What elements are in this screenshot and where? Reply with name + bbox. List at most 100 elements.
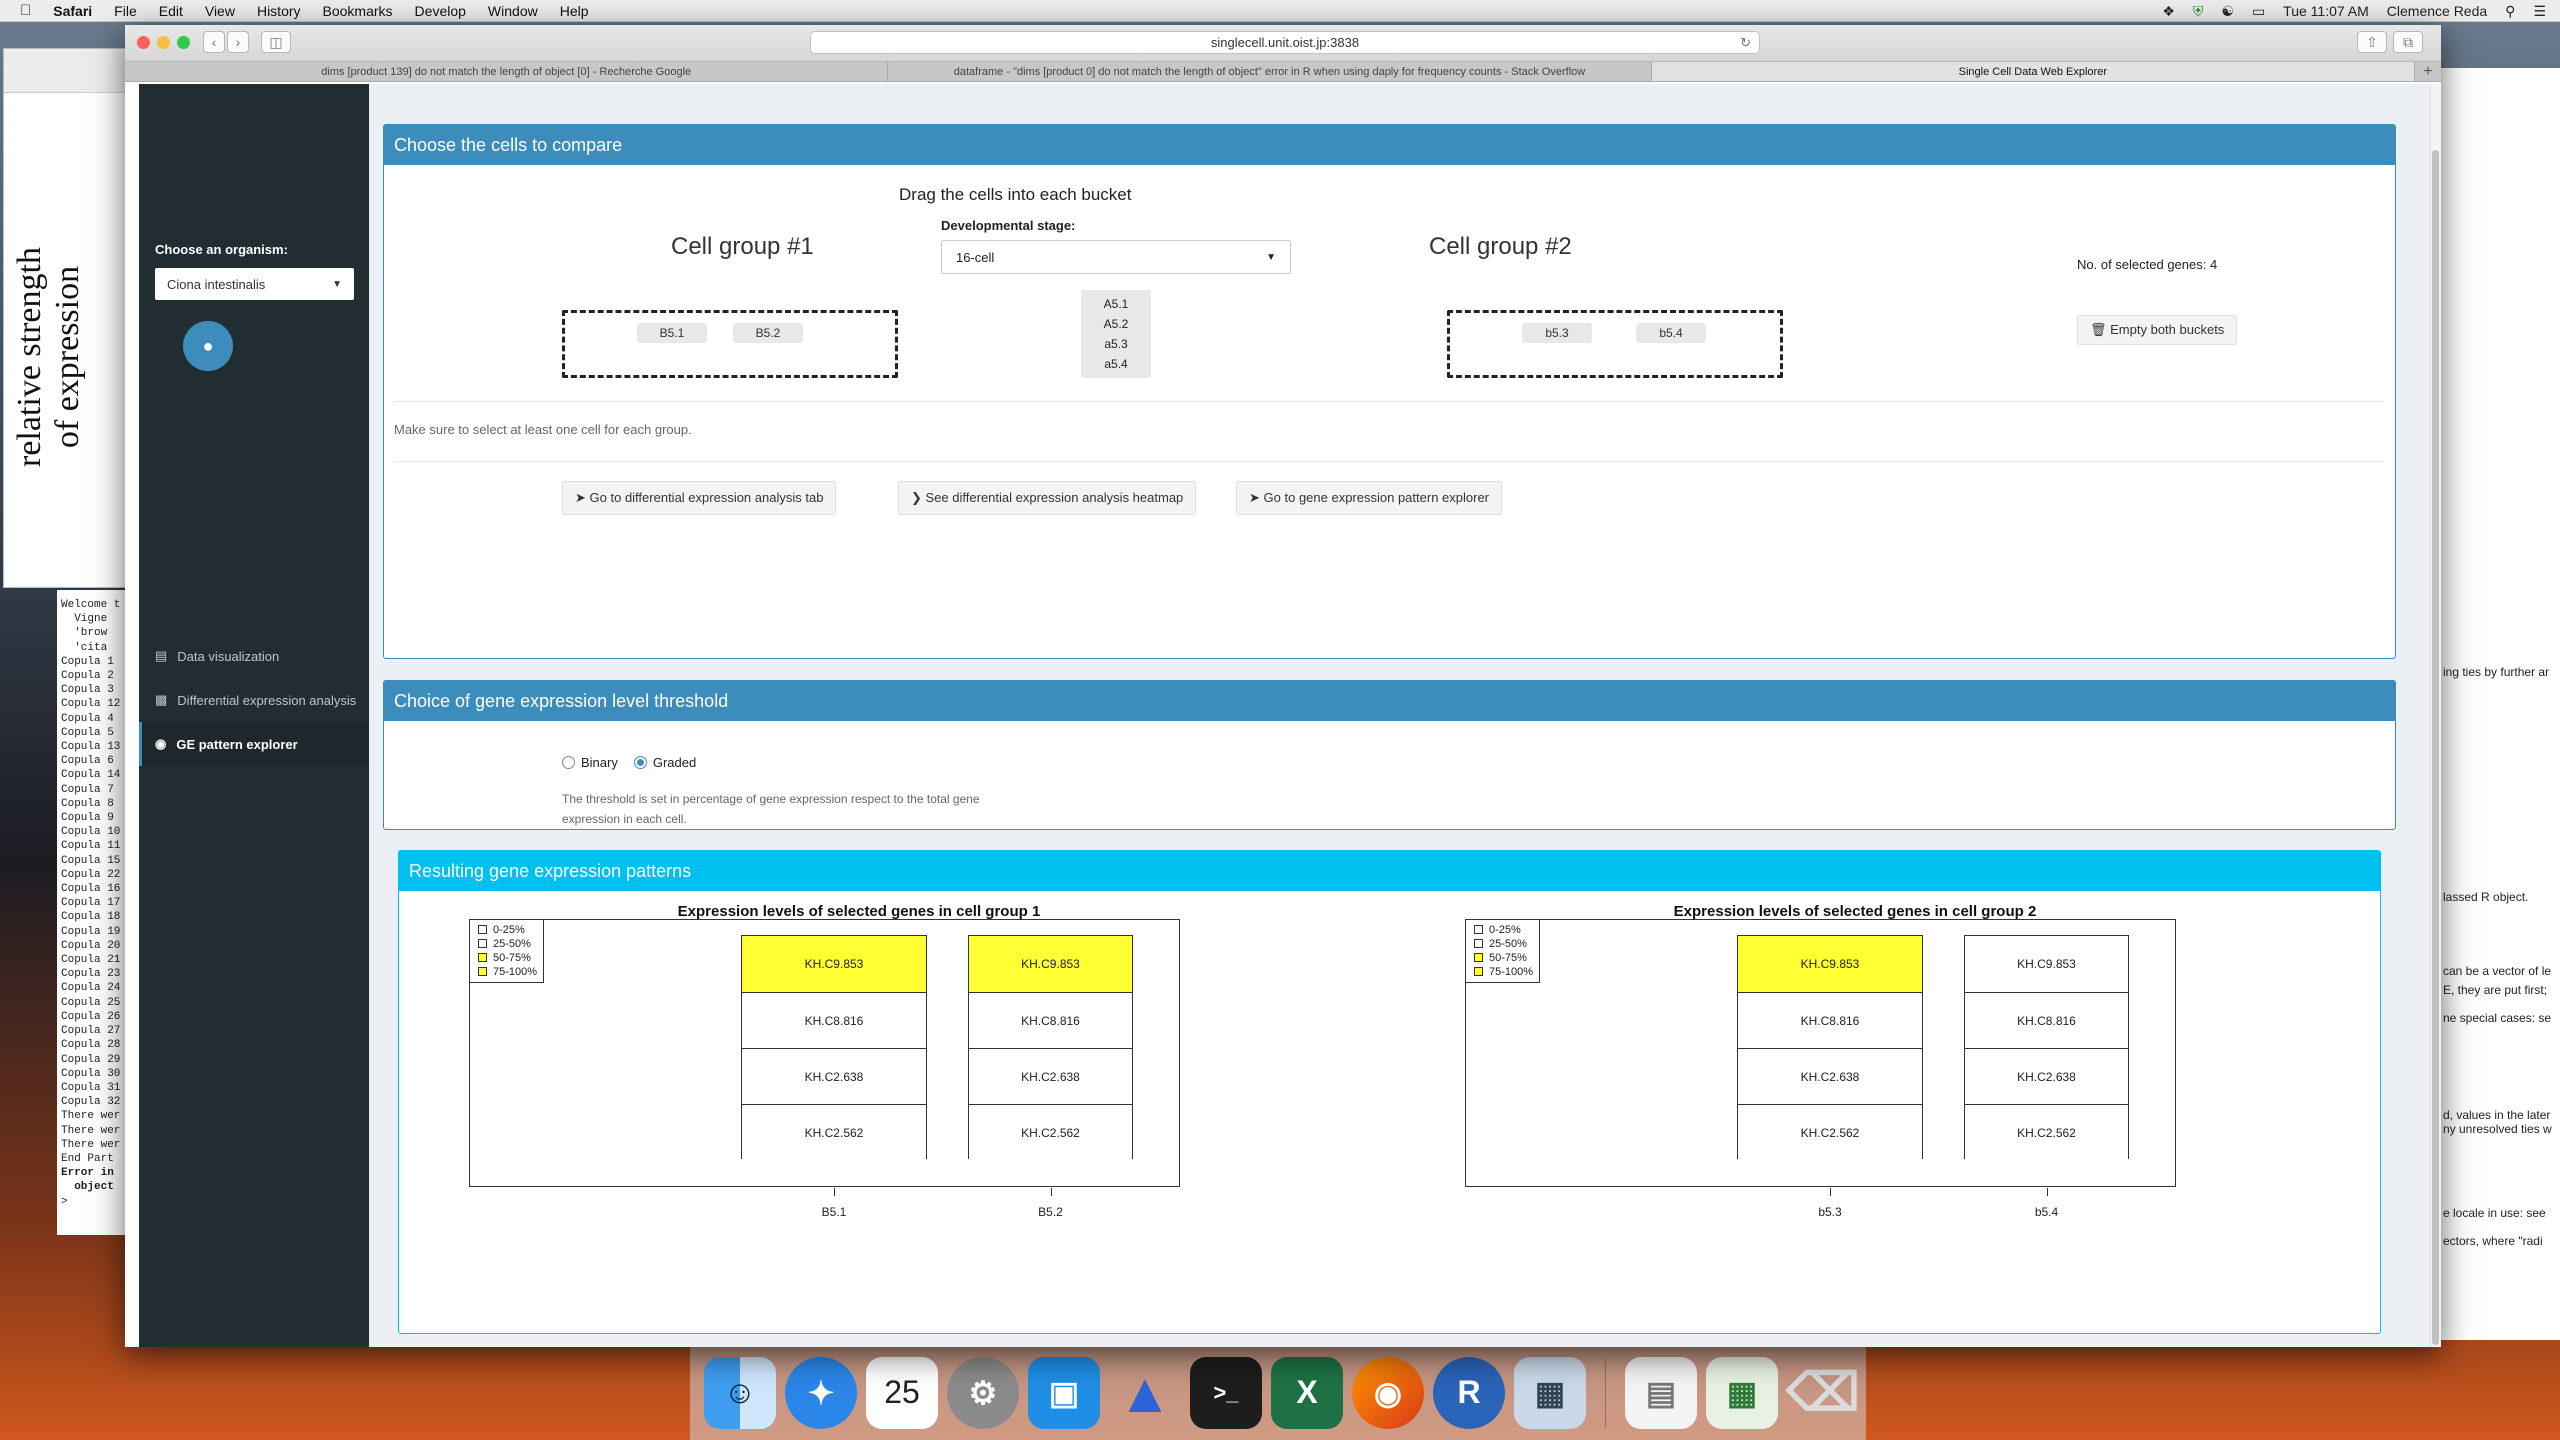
shield-icon[interactable]: ⛨ bbox=[2193, 3, 2204, 20]
help-text-line: E, they are put first; bbox=[2443, 983, 2548, 997]
firefox-icon[interactable]: ◉ bbox=[1352, 1356, 1424, 1429]
wifi-icon[interactable]: ☯ bbox=[2221, 3, 2234, 20]
legend-label: 0-25% bbox=[1489, 924, 1521, 936]
nav-ge-pattern-explorer[interactable]: ◉ GE pattern explorer bbox=[139, 722, 369, 766]
menu-develop[interactable]: Develop bbox=[415, 3, 466, 19]
finder-icon[interactable]: ☺ bbox=[704, 1356, 776, 1429]
legend-item: 25-50% bbox=[478, 937, 537, 951]
menu-view[interactable]: View bbox=[205, 3, 235, 19]
terminal-line: Copula 17 bbox=[61, 897, 121, 910]
menu-bar:  Safari File Edit View History Bookmark… bbox=[0, 0, 2560, 22]
dropbox-icon[interactable]: ❖ bbox=[2162, 3, 2175, 20]
gene-cell: KH.C2.638 bbox=[1738, 1048, 1922, 1104]
ylabel-line-2: of expression bbox=[49, 265, 86, 449]
cell-chip[interactable]: A5.2 bbox=[1081, 314, 1151, 334]
legend-label: 0-25% bbox=[493, 924, 525, 936]
gene-cell: KH.C9.853 bbox=[1738, 936, 1922, 992]
address-bar[interactable]: singlecell.unit.oist.jp:3838 ↻ bbox=[810, 31, 1760, 54]
stage-select[interactable]: 16-cell ▼ bbox=[941, 240, 1291, 274]
terminal-line: Copula 28 bbox=[61, 1039, 121, 1052]
new-tab-icon[interactable]: + bbox=[2415, 62, 2441, 81]
terminal-line: Copula 10 bbox=[61, 826, 121, 839]
see-heatmap-button[interactable]: ❯ See differential expression analysis h… bbox=[898, 481, 1197, 515]
graded-radio[interactable] bbox=[633, 756, 647, 769]
minimize-window-icon[interactable] bbox=[157, 36, 170, 49]
gene-cell: KH.C9.853 bbox=[969, 936, 1132, 992]
user-name[interactable]: Clemence Reda bbox=[2387, 3, 2487, 19]
nav-differential-expression[interactable]: ▩ Differential expression analysis bbox=[139, 678, 369, 722]
organism-select[interactable]: Ciona intestinalis ▼ bbox=[155, 268, 354, 300]
menu-history[interactable]: History bbox=[257, 3, 301, 19]
terminal-line: Copula 18 bbox=[61, 911, 121, 924]
empty-buckets-label: Empty both buckets bbox=[2110, 322, 2225, 337]
scrollbar-thumb[interactable] bbox=[2432, 150, 2439, 1345]
spreadsheet-icon[interactable]: ▦ bbox=[1706, 1356, 1778, 1429]
cell-chip[interactable]: b5.4 bbox=[1636, 323, 1706, 343]
plot-legend: 0-25% 25-50% 50-75% 75-100% bbox=[1465, 919, 1541, 983]
terminal-line: Copula 24 bbox=[61, 982, 121, 995]
menu-edit[interactable]: Edit bbox=[159, 3, 183, 19]
clock[interactable]: Tue 11:07 AM bbox=[2283, 3, 2369, 19]
caret-down-icon: ▼ bbox=[332, 278, 342, 290]
notification-center-icon[interactable]: ☰ bbox=[2533, 3, 2546, 20]
spotlight-icon[interactable]: ⚲ bbox=[2505, 3, 2515, 20]
document-icon[interactable]: ▤ bbox=[1625, 1356, 1697, 1429]
menu-window[interactable]: Window bbox=[488, 3, 538, 19]
calendar-icon[interactable]: 25 bbox=[866, 1356, 938, 1429]
group2-bucket[interactable]: b5.3 b5.4 bbox=[1447, 310, 1783, 378]
cell-chip[interactable]: B5.2 bbox=[733, 323, 803, 343]
zoom-window-icon[interactable] bbox=[177, 36, 190, 49]
nav-data-visualization[interactable]: ▤ Data visualization bbox=[139, 634, 369, 678]
empty-buckets-button[interactable]: 🗑 Empty both buckets bbox=[2077, 315, 2238, 345]
tab-google-search[interactable]: dims [product 139] do not match the leng… bbox=[125, 62, 889, 81]
legend-item: 50-75% bbox=[1474, 951, 1533, 965]
cell-chip[interactable]: B5.1 bbox=[637, 323, 707, 343]
cell-chip[interactable]: A5.1 bbox=[1081, 294, 1151, 314]
terminal-window[interactable]: Welcome t Vigne 'brow 'cita Copula 1 Copul… bbox=[57, 590, 127, 1235]
binary-radio[interactable] bbox=[562, 756, 575, 769]
system-preferences-icon[interactable]: ⚙ bbox=[947, 1356, 1019, 1429]
app-store-icon[interactable]: ▣ bbox=[1028, 1356, 1100, 1429]
help-text-line: lassed R object. bbox=[2443, 890, 2529, 904]
display-icon[interactable]: ▭ bbox=[2252, 3, 2265, 20]
sidebar-toggle-icon[interactable]: ◫ bbox=[261, 31, 291, 53]
tab-stack-overflow[interactable]: dataframe - "dims [product 0] do not mat… bbox=[888, 62, 1652, 81]
forward-icon[interactable]: › bbox=[227, 31, 249, 53]
help-text-line: can be a vector of le bbox=[2443, 964, 2552, 978]
go-to-diff-expression-button[interactable]: ➤ Go to differential expression analysis… bbox=[562, 481, 837, 515]
cell-chip[interactable]: a5.3 bbox=[1081, 334, 1151, 354]
share-icon[interactable]: ⇧ bbox=[2357, 31, 2387, 53]
tabs-overview-icon[interactable]: ⧉ bbox=[2393, 31, 2423, 53]
reload-icon[interactable]: ↻ bbox=[1740, 35, 1751, 51]
x-tick-label: b5.3 bbox=[1818, 1205, 1842, 1219]
group1-bucket[interactable]: B5.1 B5.2 bbox=[562, 310, 898, 378]
menu-app-name[interactable]: Safari bbox=[53, 3, 92, 19]
legend-item: 0-25% bbox=[1474, 923, 1533, 937]
menu-help[interactable]: Help bbox=[560, 3, 589, 19]
r-icon[interactable]: R bbox=[1433, 1356, 1505, 1429]
terminal-icon[interactable]: >_ bbox=[1190, 1356, 1262, 1429]
available-cells-list[interactable]: A5.1 A5.2 a5.3 a5.4 bbox=[1081, 290, 1151, 378]
affinity-icon[interactable]: ▲ bbox=[1109, 1357, 1181, 1429]
threshold-options: Binary Graded bbox=[562, 755, 696, 770]
terminal-line: Copula 29 bbox=[61, 1053, 121, 1066]
chat-button[interactable]: ● bbox=[183, 321, 233, 371]
preview-icon[interactable]: ▦ bbox=[1514, 1356, 1586, 1429]
cell-chip[interactable]: a5.4 bbox=[1081, 354, 1151, 374]
back-icon[interactable]: ‹ bbox=[203, 31, 225, 53]
legend-swatch bbox=[1474, 953, 1483, 962]
menu-file[interactable]: File bbox=[114, 3, 137, 19]
go-to-pattern-explorer-button[interactable]: ➤ Go to gene expression pattern explorer bbox=[1236, 481, 1502, 515]
palette-icon: ◉ bbox=[155, 736, 167, 751]
cell-chip[interactable]: b5.3 bbox=[1522, 323, 1592, 343]
tab-single-cell-explorer[interactable]: Single Cell Data Web Explorer bbox=[1651, 62, 2415, 81]
close-window-icon[interactable] bbox=[137, 36, 150, 49]
apple-icon[interactable]:  bbox=[20, 2, 31, 19]
bar-chart-icon: ▩ bbox=[155, 692, 168, 707]
menu-bookmarks[interactable]: Bookmarks bbox=[323, 3, 393, 19]
legend-swatch bbox=[1474, 925, 1483, 934]
trash-icon[interactable]: ⌫ bbox=[1786, 1357, 1860, 1429]
excel-icon[interactable]: X bbox=[1271, 1356, 1343, 1429]
safari-icon[interactable]: ✦ bbox=[785, 1356, 857, 1429]
terminal-line: Copula 16 bbox=[61, 883, 121, 896]
